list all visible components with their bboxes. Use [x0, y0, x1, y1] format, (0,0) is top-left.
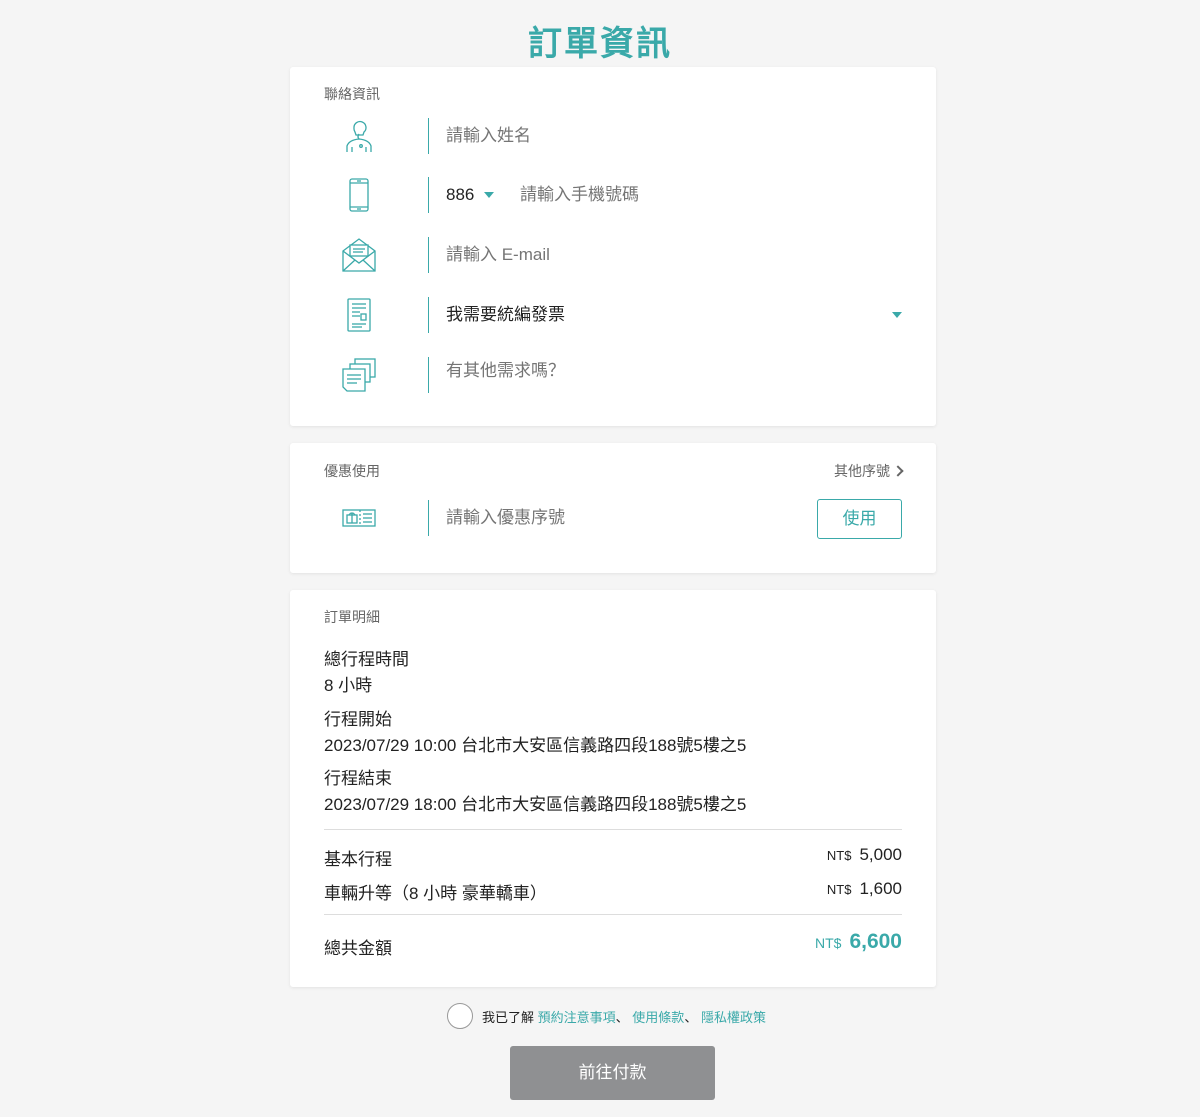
notes-icon — [341, 357, 377, 393]
total-amount: NT$ 6,600 — [815, 930, 902, 954]
order-section-label: 訂單明細 — [324, 609, 380, 625]
total-currency: NT$ — [814, 935, 842, 951]
privacy-policy-link[interactable]: 隱私權政策 — [701, 1010, 766, 1025]
phone-divider — [428, 177, 429, 213]
invoice-divider — [428, 297, 429, 333]
notes-divider — [428, 357, 429, 393]
end-label: 行程結束 — [324, 769, 392, 788]
receipt-icon — [341, 297, 377, 333]
apply-coupon-button[interactable]: 使用 — [817, 499, 902, 539]
caret-down-icon[interactable] — [892, 312, 902, 318]
more-codes-label: 其他序號 — [834, 463, 890, 479]
coupon-ticket-icon — [341, 500, 377, 536]
more-codes-link[interactable]: 其他序號 — [834, 461, 904, 481]
invoice-select-value[interactable]: 我需要統編發票 — [446, 297, 886, 333]
total-row: 總共金額 NT$ 6,600 — [324, 930, 902, 960]
page-title: 訂單資訊 — [528, 25, 672, 63]
divider-line — [324, 829, 902, 830]
invoice-row[interactable]: 我需要統編發票 — [324, 297, 902, 333]
total-amount-value: 6,600 — [849, 930, 902, 953]
email-divider — [428, 237, 429, 273]
phone-input[interactable] — [520, 177, 900, 213]
proceed-to-payment-button[interactable]: 前往付款 — [510, 1046, 715, 1100]
email-input[interactable] — [446, 237, 886, 273]
price-row-upgrade: 車輛升等（8 小時 豪華轎車） NT$ 1,600 — [324, 879, 902, 903]
start-label: 行程開始 — [324, 710, 392, 729]
agreement-separator: 、 — [615, 1010, 629, 1025]
contact-section-label: 聯絡資訊 — [324, 86, 380, 102]
agreement-prefix: 我已了解 — [482, 1010, 535, 1025]
person-icon — [341, 118, 377, 154]
currency-label: NT$ — [826, 882, 852, 897]
phone-row: 886 — [324, 177, 902, 213]
name-divider — [428, 118, 429, 154]
country-code-value: 886 — [446, 185, 475, 204]
name-row — [324, 118, 902, 154]
phone-icon — [341, 177, 377, 213]
agreement-separator: 、 — [684, 1010, 698, 1025]
amount-value: 1,600 — [859, 879, 902, 898]
price-item-amount: NT$ 5,000 — [827, 845, 902, 865]
agreement-text: 我已了解 預約注意事項、 使用條款、 隱私權政策 — [482, 1007, 766, 1026]
price-row-base: 基本行程 NT$ 5,000 — [324, 845, 902, 869]
name-input[interactable] — [446, 118, 886, 154]
booking-notes-link[interactable]: 預約注意事項 — [538, 1010, 616, 1025]
currency-label: NT$ — [826, 848, 852, 863]
notes-input[interactable] — [446, 358, 886, 392]
agree-checkbox[interactable] — [447, 1003, 473, 1029]
order-details-card: 訂單明細 總行程時間 8 小時 行程開始 2023/07/29 10:00 台北… — [290, 590, 936, 987]
envelope-icon — [341, 237, 377, 273]
coupon-row — [324, 500, 902, 536]
caret-down-icon — [484, 191, 495, 198]
coupon-divider — [428, 500, 429, 536]
terms-link[interactable]: 使用條款 — [632, 1010, 684, 1025]
duration-label: 總行程時間 — [324, 650, 409, 669]
chevron-right-icon — [892, 465, 904, 477]
country-code-select[interactable]: 886 — [446, 177, 495, 213]
coupon-section-label: 優惠使用 — [324, 463, 380, 479]
notes-row — [324, 357, 902, 393]
agreement-row: 我已了解 預約注意事項、 使用條款、 隱私權政策 — [447, 1003, 847, 1029]
price-item-amount: NT$ 1,600 — [827, 879, 902, 899]
start-value: 2023/07/29 10:00 台北市大安區信義路四段188號5樓之5 — [324, 736, 747, 755]
duration-value: 8 小時 — [324, 676, 373, 695]
email-row — [324, 237, 902, 273]
divider-line — [324, 914, 902, 915]
amount-value: 5,000 — [859, 845, 902, 864]
contact-card: 聯絡資訊 886 — [290, 67, 936, 426]
total-label: 總共金額 — [324, 939, 392, 958]
price-item-name: 車輛升等（8 小時 豪華轎車） — [324, 884, 547, 903]
end-value: 2023/07/29 18:00 台北市大安區信義路四段188號5樓之5 — [324, 795, 747, 814]
coupon-code-input[interactable] — [446, 500, 786, 536]
coupon-card: 優惠使用 其他序號 使用 — [290, 443, 936, 573]
price-item-name: 基本行程 — [324, 850, 392, 869]
